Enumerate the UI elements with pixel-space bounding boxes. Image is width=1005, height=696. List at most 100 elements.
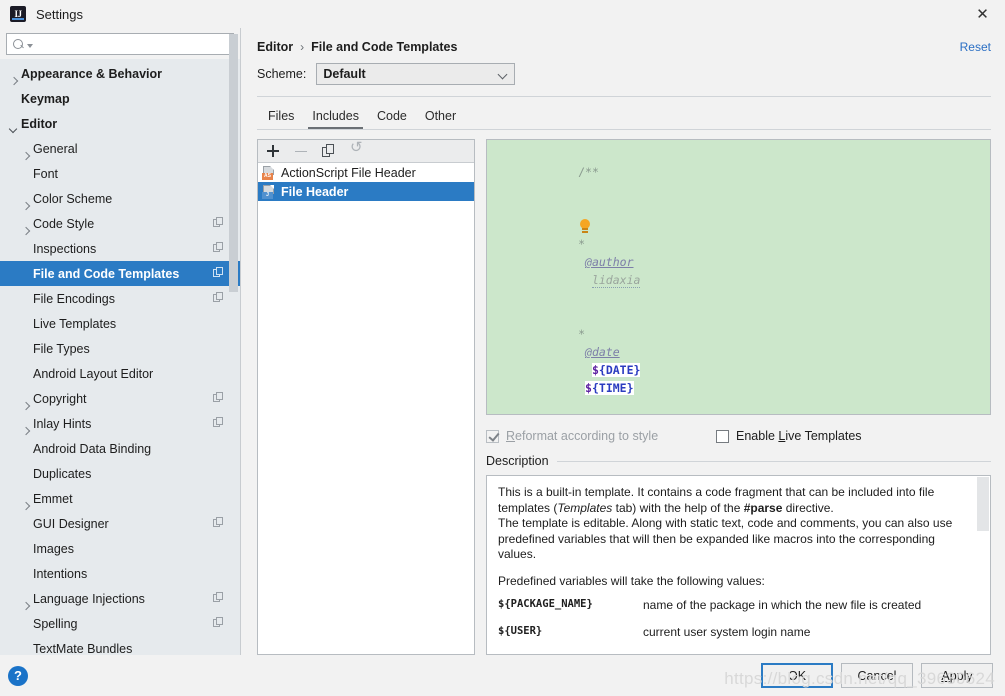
template-list-toolbar [258,140,474,163]
sidebar-item-copyright[interactable]: Copyright [0,386,240,411]
reformat-checkbox-box[interactable] [486,429,499,443]
sidebar-item-file-encodings[interactable]: File Encodings [0,286,240,311]
template-file-icon: AS [262,165,276,180]
description-scrollbar[interactable] [977,477,989,531]
sidebar-item-label: Images [33,541,74,556]
code-author-value: lidaxia [591,273,641,288]
reset-link[interactable]: Reset [960,40,991,54]
desc-italic: Templates [557,500,613,515]
options-row: Reformat according to style Enable Live … [486,421,991,451]
sidebar-item-textmate-bundles[interactable]: TextMate Bundles [0,636,240,656]
sidebar-item-label: Inspections [33,241,97,256]
sidebar-item-editor[interactable]: Editor [0,111,240,136]
variable-name: ${USER} [498,625,543,637]
sidebar-item-label: Intentions [33,566,88,581]
project-scope-icon [213,417,224,428]
scheme-selected-value: Default [323,67,366,81]
desc-bold: #parse [743,500,783,515]
tab-files[interactable]: Files [259,109,303,129]
ok-button[interactable]: OK [761,663,833,688]
sidebar-item-emmet[interactable]: Emmet [0,486,240,511]
live-templates-checkbox[interactable]: Enable Live Templates [716,429,862,443]
sidebar-item-label: Code Style [33,216,95,231]
live-templates-checkbox-box[interactable] [716,429,729,443]
sidebar-item-file-and-code-templates[interactable]: File and Code Templates [0,261,240,286]
code-token: * [578,237,586,251]
sidebar-item-label: Editor [21,116,58,131]
sidebar-item-label: GUI Designer [33,516,109,531]
sidebar-item-images[interactable]: Images [0,536,240,561]
template-file-icon: J [262,184,276,199]
sidebar-item-label: Emmet [33,491,73,506]
plus-icon[interactable] [266,144,281,159]
sidebar-item-gui-designer[interactable]: GUI Designer [0,511,240,536]
lightbulb-icon[interactable] [580,219,591,234]
breadcrumb-parent[interactable]: Editor [257,40,293,54]
sidebar-item-duplicates[interactable]: Duplicates [0,461,240,486]
description-title: Description [486,454,549,468]
variable-name: ${PACKAGE_NAME} [498,598,593,610]
reformat-checkbox-label: Reformat according to style [506,429,659,443]
sidebar-scrollbar[interactable] [229,34,238,292]
sidebar-item-android-layout-editor[interactable]: Android Layout Editor [0,361,240,386]
sidebar-item-general[interactable]: General [0,136,240,161]
sidebar-item-live-templates[interactable]: Live Templates [0,311,240,336]
description-header: Description [486,454,991,468]
variable-description: current user system login name [643,625,811,639]
project-scope-icon [213,267,224,278]
apply-button[interactable]: Apply [921,663,993,688]
sidebar-item-android-data-binding[interactable]: Android Data Binding [0,436,240,461]
help-icon[interactable]: ? [8,665,28,686]
sidebar-item-label: TextMate Bundles [33,641,133,656]
predefined-variables-table: ${PACKAGE_NAME} name of the package in wh… [498,598,978,652]
sidebar-item-file-types[interactable]: File Types [0,336,240,361]
window-title: Settings [36,6,83,22]
description-panel: This is a built-in template. It contains… [486,475,991,655]
template-list: AS ActionScript File Header J File Header [258,163,474,654]
intellij-logo-icon: IJ [10,6,26,22]
sidebar-item-label: General [33,141,78,156]
scheme-dropdown[interactable]: Default [316,63,516,85]
cancel-button[interactable]: Cancel [841,663,913,688]
sidebar-item-code-style[interactable]: Code Style [0,211,240,236]
tab-other[interactable]: Other [416,109,465,129]
logo-text: IJ [14,8,22,19]
list-item[interactable]: J File Header [258,182,474,201]
sidebar-item-font[interactable]: Font [0,161,240,186]
code-line-comment-open: /** [495,145,990,199]
search-input[interactable] [33,35,233,53]
code-macro-date: ${DATE} [591,363,641,377]
tab-code[interactable]: Code [368,109,416,129]
copy-icon[interactable] [322,143,337,159]
settings-sidebar: Appearance & Behavior Keymap Editor General… [0,28,241,655]
sidebar-item-label: Appearance & Behavior [21,66,163,81]
dialog-body: Appearance & Behavior Keymap Editor General… [0,28,1005,655]
minus-icon[interactable] [294,144,309,159]
code-tag-author: @author [585,255,634,269]
sidebar-item-label: Keymap [21,91,70,106]
sidebar-item-spelling[interactable]: Spelling [0,611,240,636]
sidebar-item-inlay-hints[interactable]: Inlay Hints [0,411,240,436]
sidebar-item-language-injections[interactable]: Language Injections [0,586,240,611]
sidebar-item-keymap[interactable]: Keymap [0,86,240,111]
sidebar-item-label: Live Templates [33,316,117,331]
sidebar-item-label: Language Injections [33,591,145,606]
search-box[interactable] [6,33,234,55]
sidebar-item-color-scheme[interactable]: Color Scheme [0,186,240,211]
sidebar-item-inspections[interactable]: Inspections [0,236,240,261]
list-item[interactable]: AS ActionScript File Header [258,163,474,182]
settings-tree: Appearance & Behavior Keymap Editor General… [0,59,240,655]
code-tag-date: @date [585,345,620,359]
sidebar-item-appearance-behavior[interactable]: Appearance & Behavior [0,61,240,86]
template-code-editor[interactable]: /** * @author lidaxia * @date ${DATE} ${… [486,139,991,415]
close-icon[interactable]: ✕ [960,0,1005,28]
sidebar-item-intentions[interactable]: Intentions [0,561,240,586]
reformat-checkbox[interactable]: Reformat according to style [486,429,716,443]
code-line-bulb [495,199,990,230]
search-icon [13,38,26,51]
breadcrumb-separator-icon: › [300,40,305,54]
code-macro-time: ${TIME} [585,381,634,395]
revert-icon[interactable] [350,140,365,159]
tab-includes[interactable]: Includes [303,109,368,129]
sidebar-item-label: Copyright [33,391,87,406]
